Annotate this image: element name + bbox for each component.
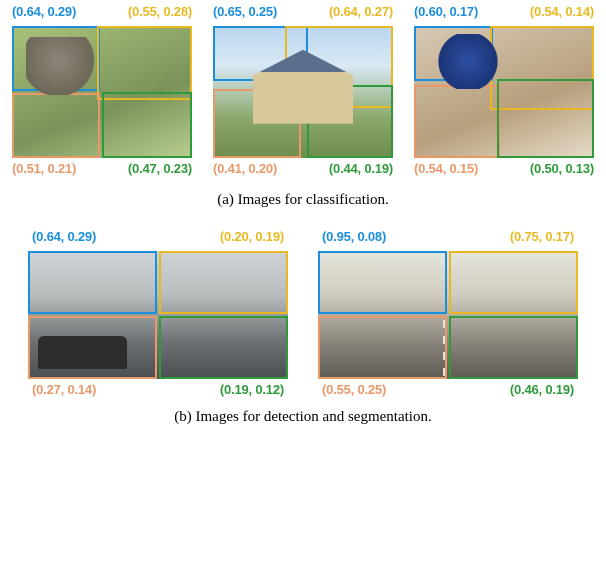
label-b1-bl: (0.27, 0.14)	[32, 382, 96, 397]
figure: (0.64, 0.29) (0.55, 0.28) (0.51, 0.21) (…	[0, 0, 606, 444]
quad-b2-br	[449, 316, 578, 379]
quad-b1-br	[159, 316, 288, 379]
label-b1-tl: (0.64, 0.29)	[32, 229, 96, 244]
label-a3-br: (0.50, 0.13)	[530, 161, 594, 176]
label-a1-bl: (0.51, 0.21)	[12, 161, 76, 176]
label-b2-br: (0.46, 0.19)	[510, 382, 574, 397]
quad-a3-bl	[414, 85, 500, 158]
label-b1-br: (0.19, 0.12)	[220, 382, 284, 397]
quad-a1-tl	[12, 26, 100, 91]
label-a2-tr: (0.64, 0.27)	[329, 4, 393, 19]
quad-a1-br	[102, 92, 192, 158]
group-b1: (0.64, 0.29) (0.20, 0.19) (0.27, 0.14) (…	[28, 247, 288, 379]
group-a2: (0.65, 0.25) (0.64, 0.27) (0.41, 0.20) (…	[213, 22, 393, 158]
label-a2-br: (0.44, 0.19)	[329, 161, 393, 176]
image-elephant	[12, 26, 192, 158]
label-a3-bl: (0.54, 0.15)	[414, 161, 478, 176]
quad-b1-tl	[28, 251, 157, 314]
label-a2-tl: (0.65, 0.25)	[213, 4, 277, 19]
label-a1-br: (0.47, 0.23)	[128, 161, 192, 176]
group-a1: (0.64, 0.29) (0.55, 0.28) (0.51, 0.21) (…	[12, 22, 192, 158]
label-a3-tr: (0.54, 0.14)	[530, 4, 594, 19]
label-a3-tl: (0.60, 0.17)	[414, 4, 478, 19]
quad-b2-bl	[318, 316, 447, 379]
label-b2-tl: (0.95, 0.08)	[322, 229, 386, 244]
label-b2-bl: (0.55, 0.25)	[322, 382, 386, 397]
label-a1-tr: (0.55, 0.28)	[128, 4, 192, 19]
image-dog	[414, 26, 594, 158]
image-street1	[28, 251, 288, 379]
label-b1-tr: (0.20, 0.19)	[220, 229, 284, 244]
image-house	[213, 26, 393, 158]
quad-a3-tl	[414, 26, 493, 81]
group-a3: (0.60, 0.17) (0.54, 0.14) (0.54, 0.15) (…	[414, 22, 594, 158]
quad-a2-bl	[213, 89, 301, 158]
quad-a2-br	[307, 85, 393, 158]
label-a1-tl: (0.64, 0.29)	[12, 4, 76, 19]
caption-a: (a) Images for classification.	[0, 162, 606, 227]
quad-b2-tl	[318, 251, 447, 314]
label-a2-bl: (0.41, 0.20)	[213, 161, 277, 176]
group-b2: (0.95, 0.08) (0.75, 0.17) (0.55, 0.25) (…	[318, 247, 578, 379]
label-b2-tr: (0.75, 0.17)	[510, 229, 574, 244]
quad-b1-bl	[28, 316, 157, 379]
image-street2	[318, 251, 578, 379]
quad-b1-tr	[159, 251, 288, 314]
quad-a1-tr	[97, 26, 192, 100]
quad-b2-tr	[449, 251, 578, 314]
section-b-row: (0.64, 0.29) (0.20, 0.19) (0.27, 0.14) (…	[0, 227, 606, 379]
quad-a1-bl	[12, 93, 100, 158]
section-a-row: (0.64, 0.29) (0.55, 0.28) (0.51, 0.21) (…	[0, 0, 606, 162]
quad-a3-br	[497, 79, 594, 158]
